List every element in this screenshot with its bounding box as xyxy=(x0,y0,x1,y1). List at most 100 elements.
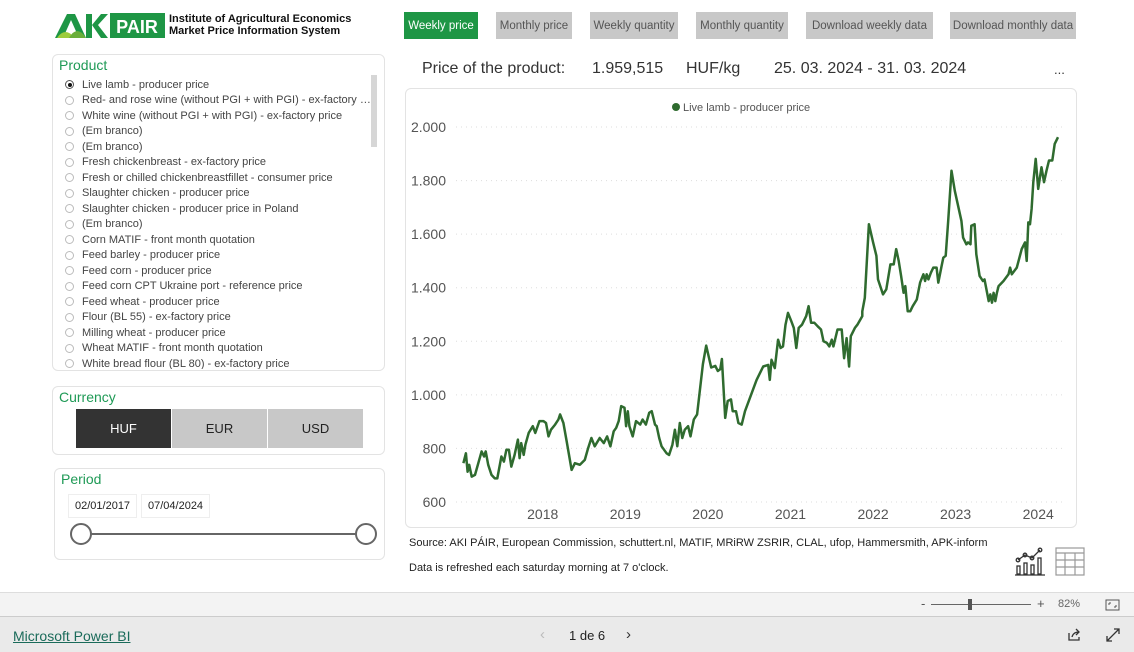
radio-icon[interactable] xyxy=(65,343,74,353)
product-option-label: White bread flour (BL 80) - ex-factory p… xyxy=(82,357,290,369)
fit-to-page-icon[interactable] xyxy=(1105,599,1120,611)
product-option[interactable]: Corn MATIF - front month quotation xyxy=(65,232,375,248)
zoom-out-button[interactable]: - xyxy=(921,596,925,611)
y-tick-label: 1.000 xyxy=(411,387,446,403)
radio-icon[interactable] xyxy=(65,173,74,183)
product-option[interactable]: Milling wheat - producer price xyxy=(65,325,375,341)
radio-icon[interactable] xyxy=(65,142,74,152)
x-tick-label: 2023 xyxy=(940,506,971,522)
radio-icon[interactable] xyxy=(65,235,74,245)
legend-label: Live lamb - producer price xyxy=(683,102,810,114)
radio-icon[interactable] xyxy=(65,297,74,307)
more-options-button[interactable]: ... xyxy=(1054,62,1065,77)
period-start-handle[interactable] xyxy=(70,523,92,545)
zoom-in-button[interactable]: + xyxy=(1037,596,1045,611)
period-end-input[interactable]: 07/04/2024 xyxy=(141,494,211,518)
nav-weekly-quantity[interactable]: Weekly quantity xyxy=(590,12,678,39)
product-option-label: Red- and rose wine (without PGI + with P… xyxy=(82,94,375,107)
zoom-slider[interactable] xyxy=(931,604,1031,605)
product-option-label: Wheat MATIF - front month quotation xyxy=(82,342,263,355)
product-option-label: Feed wheat - producer price xyxy=(82,295,220,308)
product-option[interactable]: White wine (without PGI + with PGI) - ex… xyxy=(65,108,375,124)
product-option-label: Feed corn CPT Ukraine port - reference p… xyxy=(82,280,303,293)
product-option[interactable]: (Em branco) xyxy=(65,124,375,140)
x-tick-label: 2021 xyxy=(775,506,806,522)
product-option[interactable]: Wheat MATIF - front month quotation xyxy=(65,341,375,357)
product-option[interactable]: Slaughter chicken - producer price in Po… xyxy=(65,201,375,217)
product-option[interactable]: Live lamb - producer price xyxy=(65,77,375,93)
period-start-input[interactable]: 02/01/2017 xyxy=(68,494,138,518)
currency-eur[interactable]: EUR xyxy=(172,409,267,448)
product-option[interactable]: Feed corn - producer price xyxy=(65,263,375,279)
zoom-slider-handle[interactable] xyxy=(968,599,972,610)
radio-icon[interactable] xyxy=(65,359,74,369)
product-option[interactable]: White bread flour (BL 80) - ex-factory p… xyxy=(65,356,375,369)
prev-page-icon[interactable]: ‹ xyxy=(540,626,545,643)
source-text: Source: AKI PÁIR, European Commission, s… xyxy=(409,537,988,549)
series-line-live-lamb xyxy=(462,136,1060,480)
product-option[interactable]: (Em branco) xyxy=(65,139,375,155)
product-option[interactable]: Fresh or chilled chickenbreastfillet - c… xyxy=(65,170,375,186)
currency-huf[interactable]: HUF xyxy=(76,409,171,448)
zoom-bar: - + 82% xyxy=(0,592,1134,616)
x-tick-label: 2022 xyxy=(857,506,888,522)
product-scrollbar[interactable] xyxy=(371,75,377,147)
radio-icon[interactable] xyxy=(65,126,74,136)
y-tick-label: 1.400 xyxy=(411,280,446,296)
product-option[interactable]: Feed wheat - producer price xyxy=(65,294,375,310)
price-chart-card: 600 800 1.000 1.200 1.400 1.600 1.800 2.000 2018… xyxy=(405,88,1077,528)
fullscreen-icon[interactable] xyxy=(1106,628,1120,642)
product-option[interactable]: Feed barley - producer price xyxy=(65,248,375,264)
radio-icon[interactable] xyxy=(65,250,74,260)
product-title: Product xyxy=(59,57,108,73)
product-option[interactable]: Flour (BL 55) - ex-factory price xyxy=(65,310,375,326)
radio-icon[interactable] xyxy=(65,188,74,198)
table-view-icon[interactable] xyxy=(1055,546,1085,576)
radio-icon[interactable] xyxy=(65,219,74,229)
share-icon[interactable] xyxy=(1067,628,1081,642)
radio-icon[interactable] xyxy=(65,80,74,90)
product-option[interactable]: Red- and rose wine (without PGI + with P… xyxy=(65,93,375,109)
price-line-chart: 600 800 1.000 1.200 1.400 1.600 1.800 2.000 2018… xyxy=(411,102,1063,522)
product-option[interactable]: (Em branco) xyxy=(65,217,375,233)
radio-icon[interactable] xyxy=(65,281,74,291)
product-option[interactable]: Fresh chickenbreast - ex-factory price xyxy=(65,155,375,171)
period-end-handle[interactable] xyxy=(355,523,377,545)
aki-pair-logo: PAIR Institute of Agricultural Economics… xyxy=(55,12,351,38)
currency-slicer: Currency HUF EUR USD xyxy=(52,386,385,455)
radio-icon[interactable] xyxy=(65,266,74,276)
product-option-label: (Em branco) xyxy=(82,125,143,138)
svg-text:PAIR: PAIR xyxy=(116,17,158,37)
product-option[interactable]: Feed corn CPT Ukraine port - reference p… xyxy=(65,279,375,295)
refresh-note: Data is refreshed each saturday morning … xyxy=(409,562,669,574)
product-option-label: Feed barley - producer price xyxy=(82,249,221,262)
chart-view-icon[interactable] xyxy=(1014,546,1046,576)
y-tick-label: 1.200 xyxy=(411,333,446,349)
nav-weekly-price[interactable]: Weekly price xyxy=(404,12,478,39)
radio-icon[interactable] xyxy=(65,204,74,214)
currency-usd[interactable]: USD xyxy=(268,409,363,448)
radio-icon[interactable] xyxy=(65,95,74,105)
price-label: Price of the product: xyxy=(422,60,566,77)
radio-icon[interactable] xyxy=(65,111,74,121)
nav-download-monthly[interactable]: Download monthly data xyxy=(950,12,1076,39)
org-line-1: Institute of Agricultural Economics xyxy=(169,13,352,25)
footer-bar: Microsoft Power BI ‹ 1 de 6 › xyxy=(0,616,1134,652)
product-option-label: Live lamb - producer price xyxy=(82,78,210,91)
logo-mark-icon: PAIR xyxy=(55,13,165,38)
nav-download-weekly[interactable]: Download weekly data xyxy=(806,12,933,39)
power-bi-link[interactable]: Microsoft Power BI xyxy=(13,628,130,644)
radio-icon[interactable] xyxy=(65,312,74,322)
next-page-icon[interactable]: › xyxy=(626,626,631,643)
y-tick-label: 1.800 xyxy=(411,173,446,189)
product-option[interactable]: Slaughter chicken - producer price xyxy=(65,186,375,202)
price-value: 1.959,515 xyxy=(592,60,664,77)
radio-icon[interactable] xyxy=(65,328,74,338)
product-option-label: Corn MATIF - front month quotation xyxy=(82,233,255,246)
nav-monthly-price[interactable]: Monthly price xyxy=(496,12,572,39)
nav-monthly-quantity[interactable]: Monthly quantity xyxy=(696,12,788,39)
y-tick-label: 2.000 xyxy=(411,119,446,135)
price-date-range: 25. 03. 2024 - 31. 03. 2024 xyxy=(774,60,967,77)
radio-icon[interactable] xyxy=(65,157,74,167)
period-slider-track xyxy=(80,533,368,535)
